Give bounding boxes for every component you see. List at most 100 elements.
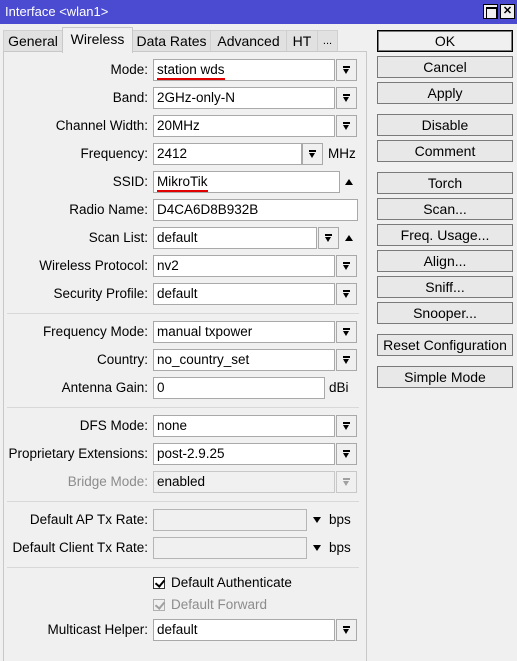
dfs-mode-label: DFS Mode: <box>79 418 148 433</box>
antenna-gain-label: Antenna Gain: <box>61 380 148 395</box>
scan-button[interactable]: Scan... <box>377 198 513 220</box>
mode-row: Mode: <box>0 59 148 81</box>
frequency-dropdown-button[interactable] <box>302 143 323 165</box>
mode-value: station wds <box>157 62 225 80</box>
mode-label: Mode: <box>110 62 148 77</box>
frequency-label: Frequency: <box>80 146 148 161</box>
security-profile-row: Security Profile: <box>0 283 148 305</box>
bridge-mode-row: Bridge Mode: <box>0 471 148 493</box>
mode-select[interactable]: station wds <box>153 59 335 81</box>
channel-width-select[interactable]: 20MHz <box>153 115 335 137</box>
antenna-gain-input[interactable]: 0 <box>153 377 325 399</box>
frequency-mode-dropdown-button[interactable] <box>336 321 357 343</box>
align-button[interactable]: Align... <box>377 250 513 272</box>
default-client-tx-rate-label: Default Client Tx Rate: <box>12 540 148 555</box>
band-row: Band: <box>0 87 148 109</box>
wireless-protocol-row: Wireless Protocol: <box>0 255 148 277</box>
dfs-mode-select[interactable]: none <box>153 415 335 437</box>
frequency-mode-row: Frequency Mode: <box>0 321 148 343</box>
ssid-collapse-icon[interactable] <box>343 176 355 188</box>
default-client-tx-rate-unit: bps <box>329 540 351 555</box>
disable-button[interactable]: Disable <box>377 114 513 136</box>
ok-button[interactable]: OK <box>377 30 513 52</box>
tab-advanced[interactable]: Advanced <box>210 30 287 52</box>
band-select[interactable]: 2GHz-only-N <box>153 87 335 109</box>
band-label: Band: <box>112 90 148 105</box>
torch-button[interactable]: Torch <box>377 172 513 194</box>
reset-configuration-button[interactable]: Reset Configuration <box>377 334 513 356</box>
default-ap-tx-rate-label: Default AP Tx Rate: <box>29 512 148 527</box>
freq-usage-button[interactable]: Freq. Usage... <box>377 224 513 246</box>
wireless-protocol-select[interactable]: nv2 <box>153 255 335 277</box>
cancel-button[interactable]: Cancel <box>377 56 513 78</box>
default-authenticate-checkbox[interactable] <box>153 577 165 589</box>
bridge-mode-select: enabled <box>153 471 335 493</box>
scan-list-dropdown-button[interactable] <box>318 227 339 249</box>
apply-button[interactable]: Apply <box>377 82 513 104</box>
country-dropdown-button[interactable] <box>336 349 357 371</box>
ssid-value: MikroTik <box>157 174 208 192</box>
country-label: Country: <box>96 352 148 367</box>
frequency-mode-select[interactable]: manual txpower <box>153 321 335 343</box>
default-client-tx-rate-expand-icon[interactable] <box>311 542 323 554</box>
close-icon[interactable]: ✕ <box>500 4 515 19</box>
default-authenticate-checkbox-row[interactable]: Default Authenticate <box>153 574 313 592</box>
channel-width-dropdown-button[interactable] <box>336 115 357 137</box>
frequency-select[interactable]: 2412 <box>153 143 302 165</box>
default-ap-tx-rate-expand-icon[interactable] <box>311 514 323 526</box>
tab-data-rates[interactable]: Data Rates <box>132 30 211 52</box>
scan-list-row: Scan List: <box>0 227 148 249</box>
dfs-mode-dropdown-button[interactable] <box>336 415 357 437</box>
frequency-unit: MHz <box>328 146 356 161</box>
sniff-button[interactable]: Sniff... <box>377 276 513 298</box>
security-profile-dropdown-button[interactable] <box>336 283 357 305</box>
multicast-helper-dropdown-button[interactable] <box>336 619 357 641</box>
multicast-helper-row: Multicast Helper: <box>0 619 148 641</box>
country-select[interactable]: no_country_set <box>153 349 335 371</box>
default-ap-tx-rate-input[interactable] <box>153 509 307 531</box>
multicast-helper-label: Multicast Helper: <box>47 622 148 637</box>
tab-ht[interactable]: HT <box>286 30 318 52</box>
default-forward-label: Default Forward <box>171 597 268 612</box>
snooper-button[interactable]: Snooper... <box>377 302 513 324</box>
bridge-mode-dropdown-button <box>336 471 357 493</box>
tab-general[interactable]: General <box>3 30 63 52</box>
maximize-icon[interactable] <box>483 4 498 19</box>
proprietary-extensions-select[interactable]: post-2.9.25 <box>153 443 335 465</box>
default-forward-checkbox <box>153 599 165 611</box>
channel-width-label: Channel Width: <box>55 118 148 133</box>
default-client-tx-rate-row: Default Client Tx Rate: <box>0 537 148 559</box>
scan-list-label: Scan List: <box>88 230 148 245</box>
radio-name-label: Radio Name: <box>69 202 148 217</box>
mode-dropdown-button[interactable] <box>336 59 357 81</box>
antenna-gain-row: Antenna Gain: <box>0 377 148 399</box>
tab-wireless[interactable]: Wireless <box>62 27 133 53</box>
separator <box>7 407 359 408</box>
security-profile-label: Security Profile: <box>53 286 148 301</box>
wireless-protocol-label: Wireless Protocol: <box>39 258 148 273</box>
comment-button[interactable]: Comment <box>377 140 513 162</box>
band-dropdown-button[interactable] <box>336 87 357 109</box>
security-profile-select[interactable]: default <box>153 283 335 305</box>
proprietary-extensions-dropdown-button[interactable] <box>336 443 357 465</box>
tab-more[interactable]: ... <box>317 30 338 52</box>
radio-name-input[interactable]: D4CA6D8B932B <box>153 199 358 221</box>
wireless-protocol-dropdown-button[interactable] <box>336 255 357 277</box>
antenna-gain-unit: dBi <box>329 380 349 395</box>
channel-width-row: Channel Width: <box>0 115 148 137</box>
separator <box>7 501 359 502</box>
scan-list-select[interactable]: default <box>153 227 317 249</box>
ssid-input[interactable]: MikroTik <box>153 171 340 193</box>
dfs-mode-row: DFS Mode: <box>0 415 148 437</box>
separator <box>7 567 359 568</box>
simple-mode-button[interactable]: Simple Mode <box>377 366 513 388</box>
window-title: Interface <wlan1> <box>5 4 109 19</box>
multicast-helper-select[interactable]: default <box>153 619 335 641</box>
default-authenticate-label: Default Authenticate <box>171 575 292 590</box>
scan-list-collapse-icon[interactable] <box>343 232 355 244</box>
default-client-tx-rate-input[interactable] <box>153 537 307 559</box>
separator <box>7 313 359 314</box>
proprietary-extensions-label: Proprietary Extensions: <box>8 446 148 461</box>
ssid-row: SSID: <box>0 171 148 193</box>
frequency-row: Frequency: <box>0 143 148 165</box>
